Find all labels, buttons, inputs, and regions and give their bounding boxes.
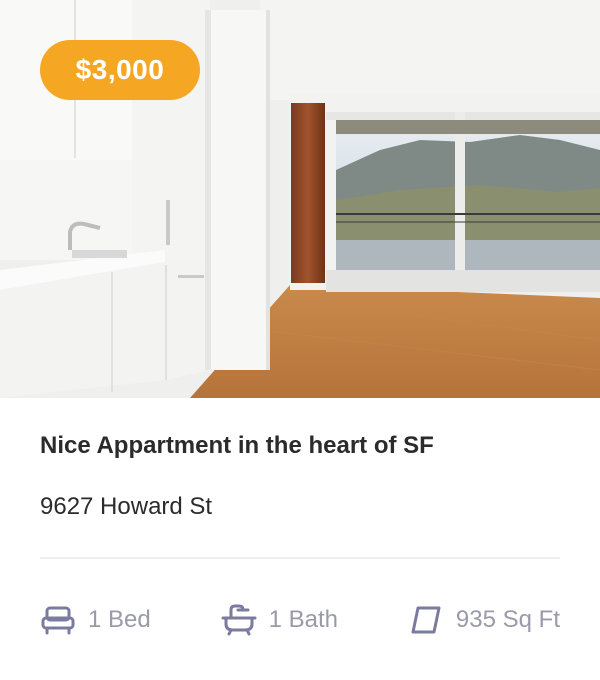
listing-title[interactable]: Nice Appartment in the heart of SF (40, 432, 434, 460)
price-label: $3,000 (75, 54, 165, 85)
amenity-area: 935 Sq Ft (408, 602, 560, 638)
listing-photo: $3,000 (0, 0, 600, 398)
listing-address: 9627 Howard St (40, 493, 213, 520)
area-icon (408, 602, 444, 638)
area-label: 935 Sq Ft (455, 606, 560, 633)
price-badge: $3,000 (40, 40, 200, 100)
amenities-row: 1 Bed 1 Bath 935 Sq Ft (40, 598, 560, 642)
bathtub-icon (221, 602, 257, 638)
divider (40, 557, 560, 559)
bath-label: 1 Bath (268, 606, 339, 633)
listing-card[interactable]: $3,000 Nice Appartment in the heart of S… (0, 0, 600, 680)
bed-label: 1 Bed (88, 606, 151, 633)
amenity-bed: 1 Bed (40, 602, 151, 638)
bed-icon (40, 602, 76, 638)
amenity-bath: 1 Bath (221, 602, 338, 638)
